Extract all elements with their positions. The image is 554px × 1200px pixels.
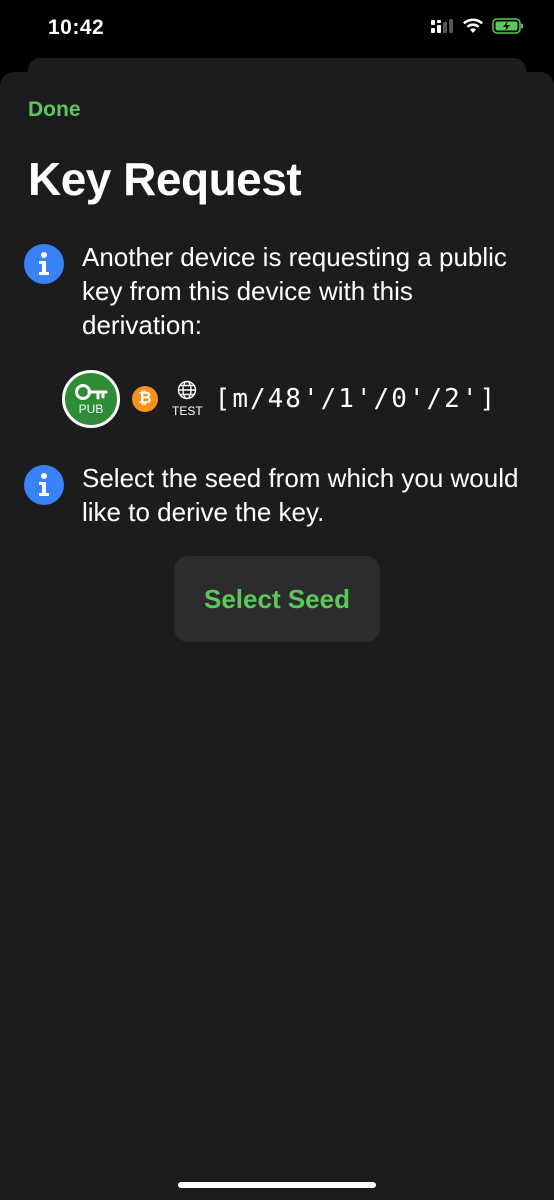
cellular-signal-icon [430, 18, 454, 39]
public-key-icon: PUB [62, 370, 120, 428]
globe-icon [177, 380, 197, 405]
home-indicator [178, 1182, 376, 1188]
network-label: TEST [172, 404, 203, 418]
pub-label: PUB [78, 402, 104, 416]
select-seed-label: Select Seed [204, 583, 350, 614]
select-message: Select the seed from which you would lik… [82, 463, 519, 527]
status-bar: 10:42 [0, 0, 554, 60]
derivation-path: [m/48'/1'/0'/2'] [214, 384, 498, 414]
info-icon [24, 465, 64, 505]
network-badge: TEST [172, 380, 203, 418]
bitcoin-icon: ₿ [132, 386, 158, 412]
done-button[interactable]: Done [28, 98, 81, 122]
select-seed-button[interactable]: Select Seed [174, 556, 380, 642]
info-icon [24, 244, 64, 284]
select-info-row: Select the seed from which you would lik… [24, 461, 534, 529]
status-time: 10:42 [48, 16, 105, 39]
derivation-row: PUB ₿ TEST [m/48'/1'/0'/2'] [62, 370, 497, 428]
wifi-icon [462, 18, 484, 39]
status-icons [430, 18, 524, 39]
battery-charging-icon [492, 18, 524, 39]
request-info-row: Another device is requesting a public ke… [24, 240, 534, 342]
page-title: Key Request [28, 153, 302, 205]
request-message: Another device is requesting a public ke… [82, 242, 507, 340]
